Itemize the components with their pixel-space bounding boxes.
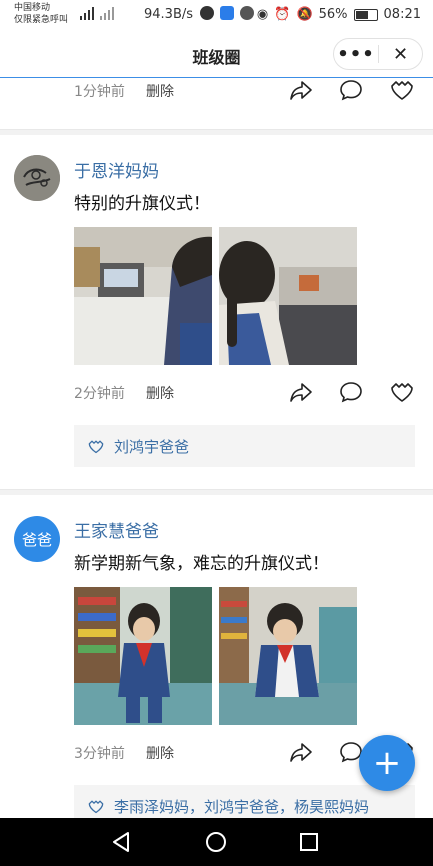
share-icon[interactable] [289, 79, 313, 101]
share-icon[interactable] [289, 381, 313, 403]
delete-link[interactable]: 删除 [146, 81, 174, 101]
post-photo[interactable] [74, 227, 212, 365]
likes-names[interactable]: 李雨泽妈妈，刘鸿宇爸爸，杨昊熙妈妈 [114, 796, 369, 817]
like-icon[interactable] [390, 381, 414, 403]
app-notification-icon [220, 6, 234, 20]
post-text: 新学期新气象，难忘的升旗仪式！ [74, 554, 329, 574]
share-icon[interactable] [289, 741, 313, 763]
feed[interactable]: 1分钟前 删除 于恩洋妈妈 特别的升旗仪式！ 2分钟前 删除 刘鸿宇爸爸 爸爸 … [0, 79, 433, 818]
post-photo[interactable] [74, 587, 212, 725]
add-post-button[interactable]: + [359, 735, 415, 791]
post-photo[interactable] [219, 587, 357, 725]
mute-icon: 🔕 [296, 7, 313, 22]
photo-image [219, 227, 357, 365]
carrier-name: 中国移动 [14, 3, 51, 13]
post-text: 特别的升旗仪式！ [74, 194, 210, 214]
author-name[interactable]: 于恩洋妈妈 [74, 157, 159, 182]
alarm-icon: ⏰ [274, 7, 291, 22]
likes-names[interactable]: 刘鸿宇爸爸 [114, 436, 189, 457]
more-button[interactable]: ••• [334, 44, 378, 65]
post-divider [0, 489, 433, 495]
system-nav-bar [0, 818, 433, 866]
post-meta-row: 1分钟前 删除 [74, 79, 419, 101]
title-bar: 班级圈 ••• ✕ [0, 32, 433, 78]
wechat-icon [240, 6, 254, 20]
comment-icon[interactable] [339, 381, 363, 403]
avatar[interactable] [14, 155, 60, 201]
home-icon[interactable] [204, 830, 228, 854]
recents-icon[interactable] [297, 830, 321, 854]
network-speed: 94.3B/s [144, 7, 194, 22]
clock: 08:21 [383, 7, 421, 22]
system-status: ◉ ⏰ 🔕 56% 08:21 [257, 7, 421, 22]
close-button[interactable]: ✕ [379, 44, 422, 65]
back-icon[interactable] [110, 830, 134, 854]
post-photo[interactable] [219, 227, 357, 365]
post-divider [0, 129, 433, 135]
signal-icon [80, 6, 114, 20]
app-notification-icon [200, 6, 214, 20]
comment-icon[interactable] [339, 79, 363, 101]
photo-image [74, 227, 212, 365]
battery-icon [353, 8, 378, 21]
status-bar: 中国移动 仅限紧急呼叫 94.3B/s ◉ ⏰ 🔕 56% 08:21 [0, 0, 433, 32]
emergency-only: 仅限紧急呼叫 [14, 15, 69, 25]
likes-bar: 刘鸿宇爸爸 [74, 425, 415, 467]
likes-bar: 李雨泽妈妈，刘鸿宇爸爸，杨昊熙妈妈 [74, 785, 415, 818]
post-time: 1分钟前 [74, 84, 125, 100]
battery-percent: 56% [318, 7, 348, 22]
delete-link[interactable]: 删除 [146, 383, 174, 403]
mini-program-capsule: ••• ✕ [333, 38, 423, 70]
like-small-icon [88, 440, 104, 453]
post-meta-row: 2分钟前 删除 [74, 381, 419, 403]
photo-image [219, 587, 357, 725]
post-time: 3分钟前 [74, 746, 125, 762]
author-name[interactable]: 王家慧爸爸 [74, 517, 159, 542]
photo-image [74, 587, 212, 725]
carrier-info: 中国移动 仅限紧急呼叫 [14, 2, 68, 26]
post-time: 2分钟前 [74, 386, 125, 402]
like-small-icon [88, 800, 104, 813]
notification-icons [200, 6, 254, 20]
avatar-image [14, 155, 60, 201]
delete-link[interactable]: 删除 [146, 743, 174, 763]
avatar[interactable]: 爸爸 [14, 516, 60, 562]
like-icon[interactable] [390, 79, 414, 101]
eye-icon: ◉ [256, 7, 269, 22]
